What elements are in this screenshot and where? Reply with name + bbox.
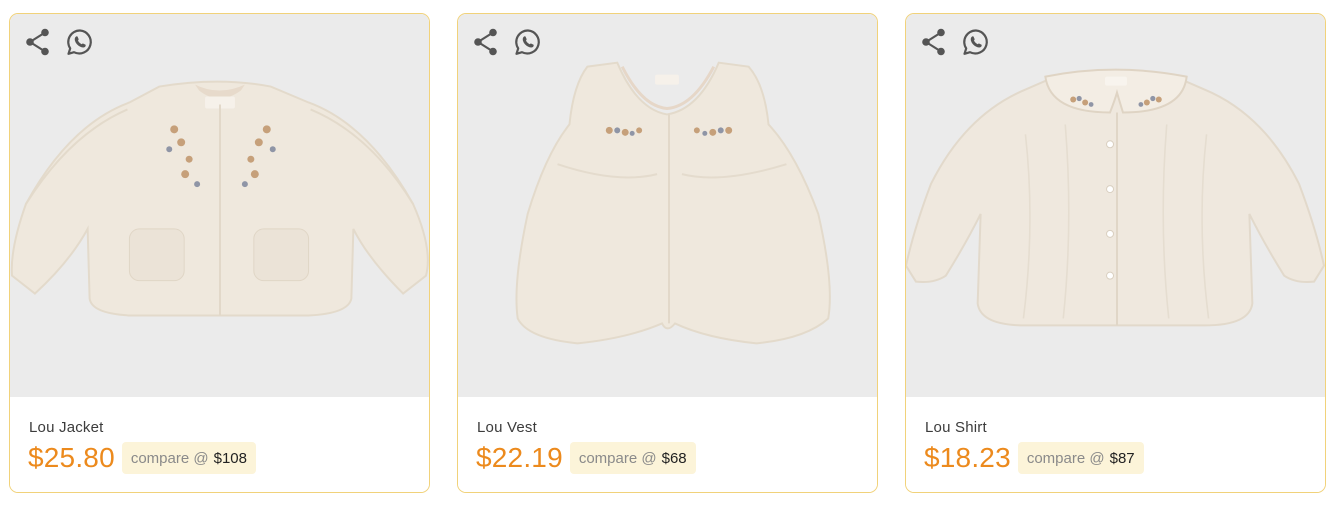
product-card[interactable]: Lou Shirt $18.23 compare @ $87 [905,13,1326,493]
product-info: Lou Shirt $18.23 compare @ $87 [906,397,1325,492]
share-icon[interactable] [24,28,52,56]
share-icon[interactable] [472,28,500,56]
product-price: $22.19 [476,442,563,473]
price-row: $22.19 compare @ $68 [476,442,696,474]
whatsapp-icon[interactable] [962,28,990,56]
compare-price: $87 [1109,449,1135,467]
whatsapp-icon[interactable] [514,28,542,56]
product-image-area[interactable] [10,14,429,397]
product-info: Lou Jacket $25.80 compare @ $108 [10,397,429,492]
compare-price-badge: compare @ $108 [121,442,256,474]
product-image-area[interactable] [458,14,877,397]
share-icons [472,28,542,56]
product-image-vest[interactable] [458,14,877,397]
product-name[interactable]: Lou Vest [477,419,537,436]
share-icon[interactable] [920,28,948,56]
product-image-jacket[interactable] [10,14,429,397]
price-row: $25.80 compare @ $108 [28,442,256,474]
compare-label: compare @ [1026,449,1105,467]
product-name[interactable]: Lou Shirt [925,419,987,436]
share-icons [24,28,94,56]
product-grid: Lou Jacket $25.80 compare @ $108 Lou Ves… [0,0,1336,508]
product-image-shirt[interactable] [906,14,1325,397]
whatsapp-icon[interactable] [66,28,94,56]
product-price: $18.23 [924,442,1011,473]
compare-label: compare @ [578,449,657,467]
compare-label: compare @ [130,449,209,467]
share-icons [920,28,990,56]
price-row: $18.23 compare @ $87 [924,442,1144,474]
compare-price: $108 [213,449,247,467]
product-info: Lou Vest $22.19 compare @ $68 [458,397,877,492]
product-card[interactable]: Lou Jacket $25.80 compare @ $108 [9,13,430,493]
product-image-area[interactable] [906,14,1325,397]
product-name[interactable]: Lou Jacket [29,419,104,436]
product-card[interactable]: Lou Vest $22.19 compare @ $68 [457,13,878,493]
compare-price: $68 [661,449,687,467]
compare-price-badge: compare @ $68 [569,442,696,474]
product-price: $25.80 [28,442,115,473]
compare-price-badge: compare @ $87 [1017,442,1144,474]
